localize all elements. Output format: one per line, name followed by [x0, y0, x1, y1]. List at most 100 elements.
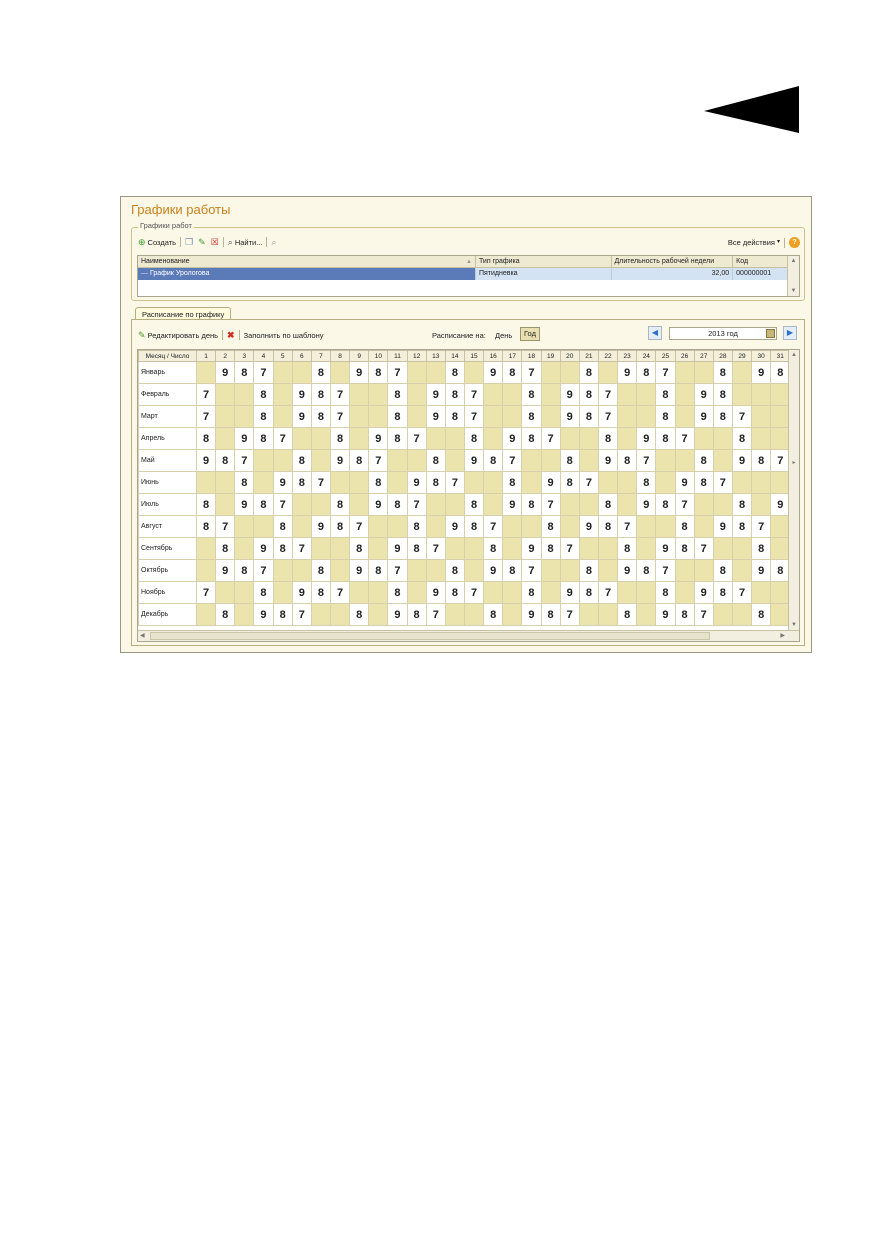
day-cell[interactable]: 8	[483, 449, 504, 472]
day-cell[interactable]	[636, 383, 657, 406]
day-cell[interactable]: 9	[617, 559, 638, 582]
day-cell[interactable]	[425, 361, 446, 384]
day-cell[interactable]: 8	[291, 471, 312, 494]
day-cell[interactable]	[502, 383, 523, 406]
day-cell[interactable]	[310, 449, 331, 472]
day-cell[interactable]: 9	[272, 471, 293, 494]
day-cell[interactable]: 7	[540, 427, 561, 450]
day-cell[interactable]	[234, 603, 255, 626]
day-cell[interactable]	[731, 383, 753, 406]
day-cell[interactable]: 8	[674, 537, 695, 560]
day-cell[interactable]: 8	[291, 449, 312, 472]
day-cell[interactable]: 8	[712, 383, 733, 406]
day-cell[interactable]	[674, 581, 695, 604]
day-cell[interactable]: 7	[521, 559, 542, 582]
day-cell[interactable]: 7	[253, 361, 274, 384]
day-cell[interactable]: 7	[234, 449, 255, 472]
day-cell[interactable]: 7	[693, 537, 714, 560]
day-cell[interactable]	[540, 361, 561, 384]
day-cell[interactable]	[215, 493, 236, 516]
clear-day-button[interactable]: ✖	[227, 330, 235, 340]
day-cell[interactable]: 9	[291, 383, 312, 406]
day-cell[interactable]	[674, 383, 695, 406]
day-cell[interactable]: 9	[559, 405, 580, 428]
column-header-code[interactable]: Код	[733, 256, 787, 267]
day-cell[interactable]	[540, 559, 561, 582]
day-cell[interactable]: 8	[597, 515, 619, 538]
day-cell[interactable]: 8	[483, 603, 504, 626]
day-cell[interactable]: 8	[655, 493, 676, 516]
day-cell[interactable]	[329, 603, 351, 626]
day-cell[interactable]: 8	[234, 471, 255, 494]
day-mode-button[interactable]: День	[495, 331, 512, 340]
day-cell[interactable]: 8	[444, 361, 465, 384]
day-cell[interactable]	[521, 515, 542, 538]
day-cell[interactable]	[655, 471, 676, 494]
day-cell[interactable]: 7	[387, 559, 408, 582]
day-cell[interactable]	[272, 383, 293, 406]
day-cell[interactable]	[770, 515, 791, 538]
day-cell[interactable]: 8	[444, 383, 465, 406]
scroll-up-icon[interactable]: ▲	[788, 256, 799, 266]
day-cell[interactable]: 7	[463, 405, 485, 428]
day-cell[interactable]	[770, 427, 791, 450]
day-cell[interactable]: 8	[655, 581, 676, 604]
day-cell[interactable]: 8	[731, 515, 753, 538]
day-cell[interactable]	[444, 427, 465, 450]
day-cell[interactable]	[272, 449, 293, 472]
day-cell[interactable]: 7	[425, 603, 446, 626]
day-cell[interactable]: 8	[234, 361, 255, 384]
day-cell[interactable]: 9	[521, 603, 542, 626]
year-mode-button[interactable]: Год	[520, 327, 540, 341]
day-cell[interactable]: 9	[425, 405, 446, 428]
help-button[interactable]: ?	[789, 237, 800, 248]
day-cell[interactable]: 9	[751, 361, 772, 384]
day-cell[interactable]	[463, 537, 485, 560]
day-cell[interactable]: 7	[540, 493, 561, 516]
day-cell[interactable]: 9	[215, 361, 236, 384]
day-cell[interactable]: 8	[559, 471, 580, 494]
day-cell[interactable]: 8	[770, 559, 791, 582]
day-cell[interactable]	[617, 493, 638, 516]
day-cell[interactable]	[770, 471, 791, 494]
day-cell[interactable]	[329, 471, 351, 494]
day-cell[interactable]: 8	[368, 361, 389, 384]
day-cell[interactable]: 9	[310, 515, 331, 538]
day-cell[interactable]	[483, 427, 504, 450]
day-cell[interactable]	[444, 537, 465, 560]
day-cell[interactable]: 8	[329, 493, 351, 516]
day-cell[interactable]	[483, 383, 504, 406]
day-cell[interactable]: 8	[272, 537, 293, 560]
day-cell[interactable]: 8	[559, 449, 580, 472]
day-cell[interactable]: 8	[636, 471, 657, 494]
day-cell[interactable]: 9	[674, 471, 695, 494]
day-cell[interactable]: 8	[502, 559, 523, 582]
day-cell[interactable]	[195, 559, 217, 582]
day-cell[interactable]: 9	[559, 581, 580, 604]
day-cell[interactable]: 9	[559, 383, 580, 406]
day-cell[interactable]	[731, 603, 753, 626]
day-cell[interactable]	[444, 449, 465, 472]
day-cell[interactable]: 7	[578, 471, 599, 494]
day-cell[interactable]	[215, 405, 236, 428]
day-cell[interactable]	[425, 493, 446, 516]
edit-day-button[interactable]: ✎ Редактировать день	[138, 330, 218, 340]
day-cell[interactable]	[578, 493, 599, 516]
day-cell[interactable]	[693, 493, 714, 516]
day-cell[interactable]: 8	[597, 493, 619, 516]
day-cell[interactable]	[559, 361, 580, 384]
fill-by-template-button[interactable]: Заполнить по шаблону	[244, 331, 324, 340]
day-cell[interactable]: 8	[636, 559, 657, 582]
day-cell[interactable]	[483, 493, 504, 516]
day-cell[interactable]: 7	[368, 449, 389, 472]
day-cell[interactable]	[291, 515, 312, 538]
day-cell[interactable]: 8	[425, 471, 446, 494]
day-cell[interactable]	[253, 471, 274, 494]
day-cell[interactable]	[329, 361, 351, 384]
day-cell[interactable]	[559, 427, 580, 450]
day-cell[interactable]: 9	[655, 603, 676, 626]
day-cell[interactable]: 9	[425, 383, 446, 406]
day-cell[interactable]: 7	[195, 383, 217, 406]
day-cell[interactable]: 7	[406, 493, 427, 516]
day-cell[interactable]	[253, 515, 274, 538]
